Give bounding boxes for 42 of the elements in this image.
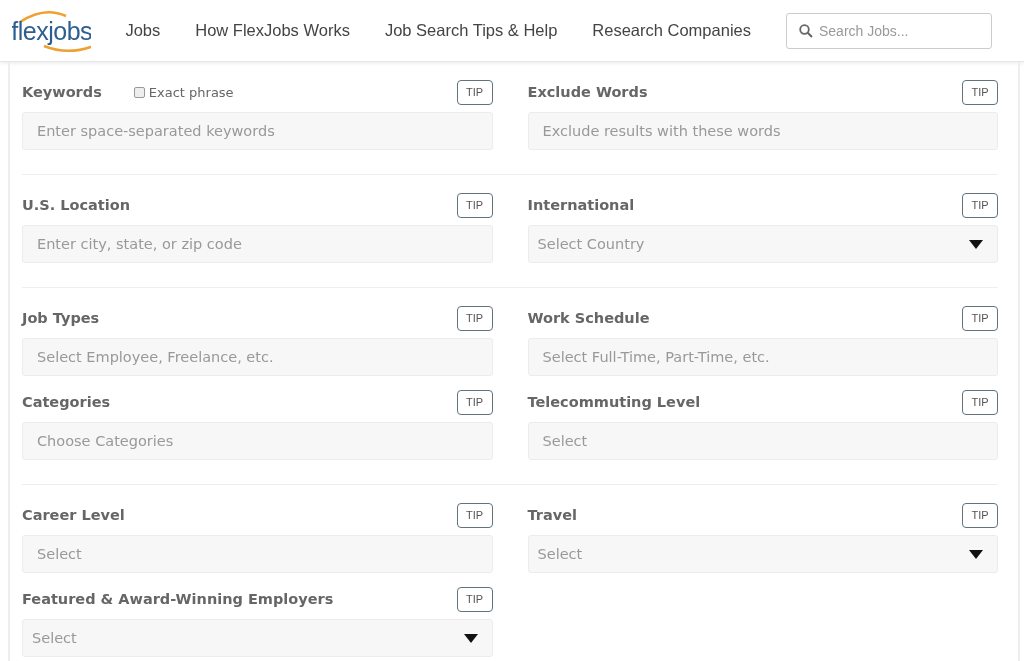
input-field[interactable]: Select Employee, Freelance, etc.	[22, 338, 493, 376]
field-label: Travel	[527, 507, 577, 523]
field-label: Keywords	[22, 84, 102, 100]
input-field[interactable]: Choose Categories	[22, 422, 493, 460]
input-field[interactable]: Exclude results with these words	[527, 112, 998, 150]
tip-button[interactable]: TIP	[456, 192, 493, 218]
field-label: Work Schedule	[527, 310, 650, 326]
tip-button[interactable]: TIP	[456, 305, 493, 331]
input-field[interactable]: Select Full-Time, Part-Time, etc.	[527, 338, 998, 376]
tip-button[interactable]: TIP	[456, 502, 493, 528]
tip-button[interactable]: TIP	[962, 192, 998, 218]
nav-link[interactable]: Research Companies	[592, 21, 751, 40]
field-label: Job Types	[22, 310, 100, 326]
nav-link[interactable]: How FlexJobs Works	[195, 21, 350, 40]
input-field[interactable]: Select	[527, 422, 998, 460]
caret-icon	[969, 549, 983, 559]
search-field[interactable]: Search Jobs...	[786, 12, 992, 49]
tip-button[interactable]: TIP	[962, 79, 998, 105]
tip-button[interactable]: TIP	[962, 389, 998, 415]
tip-button[interactable]: TIP	[456, 389, 493, 415]
nav-link[interactable]: Job Search Tips & Help	[384, 21, 558, 40]
field-label: International	[527, 197, 635, 213]
checkbox-label: Exact phrase	[148, 84, 234, 100]
tip-button[interactable]: TIP	[456, 586, 493, 612]
field-label: U.S. Location	[22, 197, 131, 213]
caret-icon	[463, 633, 478, 643]
input-field[interactable]: Enter city, state, or zip code	[22, 225, 493, 263]
field-label: Exclude Words	[527, 84, 648, 100]
tip-button[interactable]: TIP	[962, 502, 998, 528]
input-field[interactable]: Enter space-separated keywords	[22, 112, 493, 150]
nav-link[interactable]: Jobs	[125, 21, 161, 40]
input-field[interactable]: Select	[22, 535, 493, 573]
field-label: Career Level	[22, 507, 125, 523]
field-label: Telecommuting Level	[527, 394, 701, 410]
field-label: Featured & Award-Winning Employers	[22, 591, 334, 607]
tip-button[interactable]: TIP	[456, 79, 493, 105]
checkbox[interactable]	[133, 86, 145, 98]
search-icon	[799, 23, 813, 38]
logo[interactable]: flexjobs	[12, 5, 92, 56]
caret-icon	[969, 239, 983, 249]
field-label: Categories	[22, 394, 111, 410]
tip-button[interactable]: TIP	[962, 305, 998, 331]
